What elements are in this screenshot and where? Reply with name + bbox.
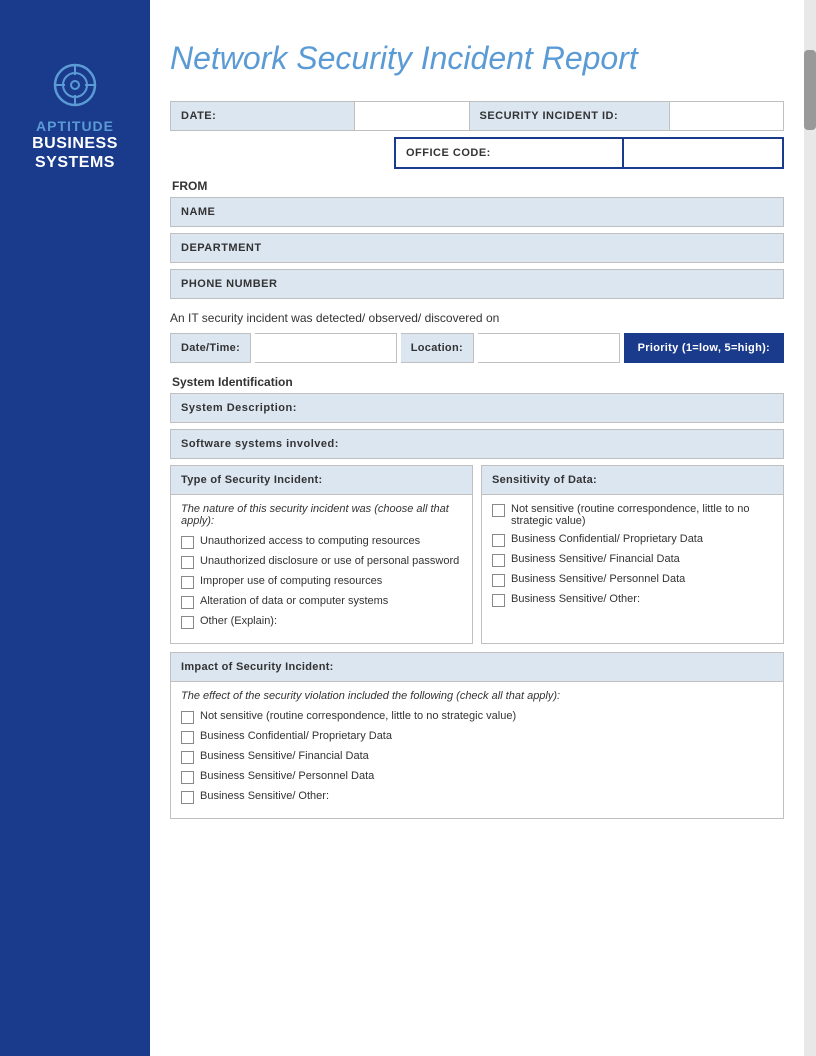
name-field[interactable]: NAME xyxy=(170,197,784,227)
sensitivity-section: Sensitivity of Data: Not sensitive (rout… xyxy=(481,465,784,644)
list-item: Business Sensitive/ Other: xyxy=(181,790,773,804)
checkbox-label: Business Sensitive/ Personnel Data xyxy=(200,770,374,782)
checkbox-unauthorized-access[interactable] xyxy=(181,536,194,549)
list-item: Alteration of data or computer systems xyxy=(181,595,462,609)
sidebar: APTITUDE BUSINESSSYSTEMS xyxy=(0,0,150,1056)
date-security-row: DATE: SECURITY INCIDENT ID: xyxy=(170,101,784,131)
checkbox-label: Business Sensitive/ Other: xyxy=(511,593,640,605)
sidebar-brand-business: BUSINESSSYSTEMS xyxy=(32,134,118,172)
detected-text: An IT security incident was detected/ ob… xyxy=(170,311,784,325)
dlp-row: Date/Time: Location: Priority (1=low, 5=… xyxy=(170,333,784,363)
page-title: Network Security Incident Report xyxy=(170,40,784,77)
impact-subtext: The effect of the security violation inc… xyxy=(181,690,773,702)
type-of-incident-section: Type of Security Incident: The nature of… xyxy=(170,465,473,644)
checkbox-label: Business Sensitive/ Financial Data xyxy=(511,553,680,565)
main-content: Network Security Incident Report DATE: S… xyxy=(150,0,804,847)
phone-field[interactable]: PHONE NUMBER xyxy=(170,269,784,299)
two-col-section: Type of Security Incident: The nature of… xyxy=(170,465,784,644)
datetime-label: Date/Time: xyxy=(170,333,251,363)
checkbox-label: Business Sensitive/ Personnel Data xyxy=(511,573,685,585)
checkbox-financial[interactable] xyxy=(492,554,505,567)
scrollbar-thumb[interactable] xyxy=(804,50,816,130)
impact-header: Impact of Security Incident: xyxy=(171,653,783,682)
scrollbar[interactable] xyxy=(804,0,816,1056)
security-id-label: SECURITY INCIDENT ID: xyxy=(470,101,670,131)
checkbox-other-sensitivity[interactable] xyxy=(492,594,505,607)
checkbox-label: Business Sensitive/ Other: xyxy=(200,790,329,802)
list-item: Unauthorized disclosure or use of person… xyxy=(181,555,462,569)
checkbox-unauthorized-disclosure[interactable] xyxy=(181,556,194,569)
type-of-incident-content: The nature of this security incident was… xyxy=(171,495,472,643)
checkbox-label: Business Sensitive/ Financial Data xyxy=(200,750,369,762)
location-input[interactable] xyxy=(478,333,620,363)
checkbox-personnel[interactable] xyxy=(492,574,505,587)
office-code-input[interactable] xyxy=(624,137,784,169)
checkbox-improper-use[interactable] xyxy=(181,576,194,589)
sidebar-brand-aptitude: APTITUDE xyxy=(36,118,114,134)
from-label: FROM xyxy=(170,179,784,193)
checkbox-impact-personnel[interactable] xyxy=(181,771,194,784)
checkbox-label: Unauthorized access to computing resourc… xyxy=(200,535,420,547)
list-item: Improper use of computing resources xyxy=(181,575,462,589)
list-item: Business Confidential/ Proprietary Data xyxy=(181,730,773,744)
security-id-input[interactable] xyxy=(670,101,785,131)
impact-section: Impact of Security Incident: The effect … xyxy=(170,652,784,819)
checkbox-label: Not sensitive (routine correspondence, l… xyxy=(511,503,773,527)
list-item: Business Sensitive/ Financial Data xyxy=(181,750,773,764)
software-systems-field[interactable]: Software systems involved: xyxy=(170,429,784,459)
list-item: Unauthorized access to computing resourc… xyxy=(181,535,462,549)
checkbox-label: Alteration of data or computer systems xyxy=(200,595,388,607)
date-input[interactable] xyxy=(355,101,470,131)
sensitivity-header: Sensitivity of Data: xyxy=(482,466,783,495)
system-description-field[interactable]: System Description: xyxy=(170,393,784,423)
target-icon xyxy=(50,60,100,110)
type-of-incident-header: Type of Security Incident: xyxy=(171,466,472,495)
checkbox-label: Business Confidential/ Proprietary Data xyxy=(511,533,703,545)
checkbox-label: Not sensitive (routine correspondence, l… xyxy=(200,710,516,722)
list-item: Not sensitive (routine correspondence, l… xyxy=(181,710,773,724)
date-label: DATE: xyxy=(170,101,355,131)
priority-button[interactable]: Priority (1=low, 5=high): xyxy=(624,333,784,363)
checkbox-label: Business Confidential/ Proprietary Data xyxy=(200,730,392,742)
checkbox-impact-confidential[interactable] xyxy=(181,731,194,744)
checkbox-impact-other[interactable] xyxy=(181,791,194,804)
checkbox-label: Unauthorized disclosure or use of person… xyxy=(200,555,459,567)
checkbox-label: Improper use of computing resources xyxy=(200,575,382,587)
impact-content: The effect of the security violation inc… xyxy=(171,682,783,818)
checkbox-confidential[interactable] xyxy=(492,534,505,547)
checkbox-impact-financial[interactable] xyxy=(181,751,194,764)
department-field[interactable]: DEPARTMENT xyxy=(170,233,784,263)
location-label: Location: xyxy=(401,333,474,363)
list-item: Business Sensitive/ Personnel Data xyxy=(181,770,773,784)
list-item: Not sensitive (routine correspondence, l… xyxy=(492,503,773,527)
checkbox-not-sensitive[interactable] xyxy=(492,504,505,517)
checkbox-other-incident[interactable] xyxy=(181,616,194,629)
checkbox-label: Other (Explain): xyxy=(200,615,277,627)
datetime-input[interactable] xyxy=(255,333,397,363)
list-item: Business Sensitive/ Financial Data xyxy=(492,553,773,567)
type-of-incident-subtext: The nature of this security incident was… xyxy=(181,503,462,527)
list-item: Other (Explain): xyxy=(181,615,462,629)
sensitivity-content: Not sensitive (routine correspondence, l… xyxy=(482,495,783,621)
system-identification-label: System Identification xyxy=(170,375,784,389)
list-item: Business Sensitive/ Personnel Data xyxy=(492,573,773,587)
checkbox-impact-not-sensitive[interactable] xyxy=(181,711,194,724)
list-item: Business Sensitive/ Other: xyxy=(492,593,773,607)
list-item: Business Confidential/ Proprietary Data xyxy=(492,533,773,547)
checkbox-alteration[interactable] xyxy=(181,596,194,609)
office-code-label: OFFICE CODE: xyxy=(394,137,624,169)
office-code-row: OFFICE CODE: xyxy=(170,137,784,169)
